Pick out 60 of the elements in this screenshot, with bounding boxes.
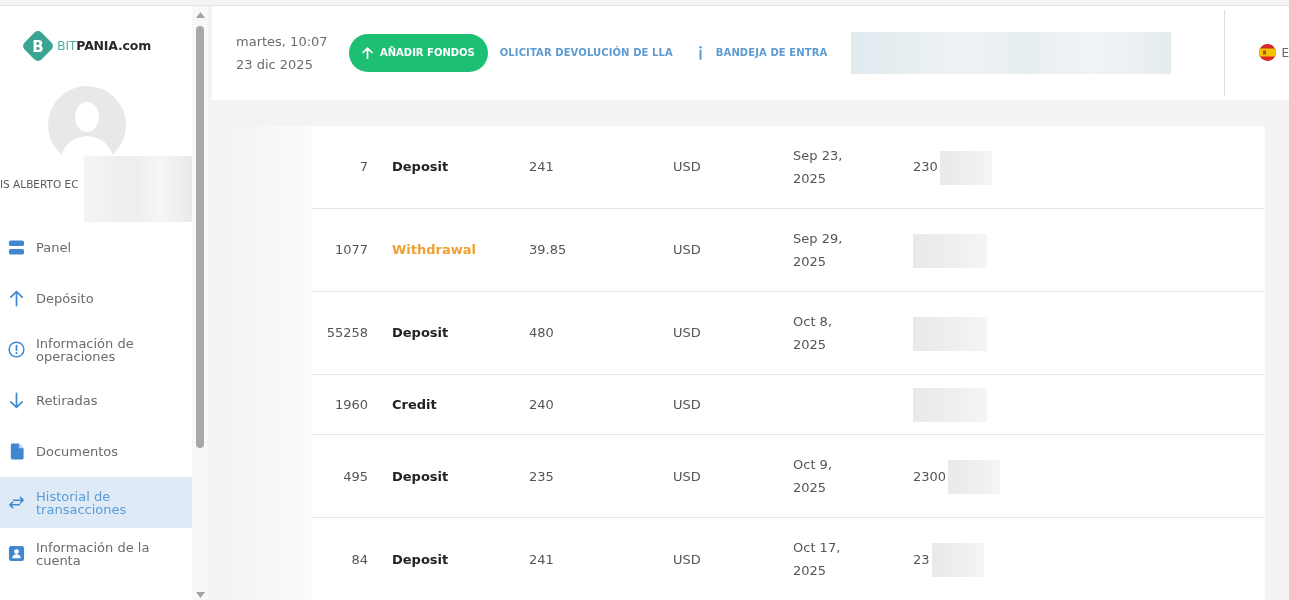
arrow-up-icon	[362, 46, 373, 59]
table-cell: 23	[913, 551, 930, 567]
table-cell: Sep 23, 2025	[793, 147, 843, 186]
table-cell: USD	[673, 325, 701, 341]
table-cell: 1077	[334, 242, 368, 258]
table-cell: 235	[529, 468, 554, 484]
table-cell: 39.85	[529, 242, 567, 258]
exclamation-circle-icon	[8, 341, 25, 358]
table-cell: Oct 8, 2025	[793, 313, 832, 352]
user-name: IS ALBERTO EC	[0, 177, 79, 192]
info-icon[interactable]	[698, 45, 702, 60]
table-cell: 241	[529, 551, 554, 567]
table-cell: Oct 9, 2025	[793, 457, 832, 496]
logo-mark: B	[20, 28, 56, 64]
table-cell: USD	[673, 551, 701, 567]
table-cell: Deposit	[392, 551, 449, 567]
arrow-up-icon	[8, 290, 25, 307]
nav-item[interactable]: Documentos	[0, 426, 192, 477]
scroll-down-icon[interactable]	[195, 592, 205, 598]
flag-icon	[1259, 44, 1277, 62]
arrow-down-icon	[8, 392, 25, 409]
table-cell: 55258	[326, 325, 368, 341]
scroll-up-icon[interactable]	[195, 12, 205, 18]
table-cell: 84	[351, 551, 368, 567]
nav-item[interactable]: Retiradas	[0, 375, 192, 426]
language-selector[interactable]: E	[1259, 43, 1289, 62]
day-time-text: martes, 10:07	[236, 32, 329, 51]
table-cell: Oct 17, 2025	[793, 540, 841, 579]
contact-card-icon	[8, 545, 25, 562]
date-text: 23 dic 2025	[236, 55, 314, 74]
table-cell: USD	[673, 468, 701, 484]
nav-item[interactable]: Panel	[0, 222, 192, 273]
table-cell: USD	[673, 242, 701, 258]
table-cell: Withdrawal	[392, 242, 476, 258]
nav-item[interactable]: Información de la cuenta	[0, 528, 192, 579]
table-cell: USD	[673, 397, 701, 412]
header-link[interactable]: OLICITAR DEVOLUCIÓN DE LLA	[499, 45, 673, 61]
header-link[interactable]: BANDEJA DE ENTRA	[715, 45, 828, 61]
table-cell: 1960	[334, 397, 368, 412]
table-cell: Deposit	[392, 468, 449, 484]
nav-item[interactable]: Información de operaciones	[0, 324, 192, 375]
table-cell: 240	[529, 397, 554, 412]
table-cell: 7	[359, 159, 368, 175]
table-cell: 2300	[913, 468, 947, 484]
table-cell: 241	[529, 159, 554, 175]
document-icon	[8, 443, 25, 460]
stacked-bars-icon	[8, 239, 25, 256]
table-cell: 495	[343, 468, 368, 484]
table-cell: 480	[529, 325, 554, 341]
table-cell: Sep 29, 2025	[793, 230, 843, 269]
table-cell: Deposit	[392, 159, 449, 175]
table-cell: Credit	[392, 397, 437, 412]
logo-text: BITPANIA.com	[57, 36, 151, 55]
scrollbar-thumb[interactable]	[196, 26, 204, 448]
swap-arrows-icon	[8, 494, 25, 511]
scrollbar[interactable]	[192, 6, 208, 600]
table-cell: 230	[913, 159, 938, 174]
table-cell: Deposit	[392, 325, 449, 341]
nav-item[interactable]: Depósito	[0, 273, 192, 324]
table-cell: USD	[673, 159, 701, 175]
